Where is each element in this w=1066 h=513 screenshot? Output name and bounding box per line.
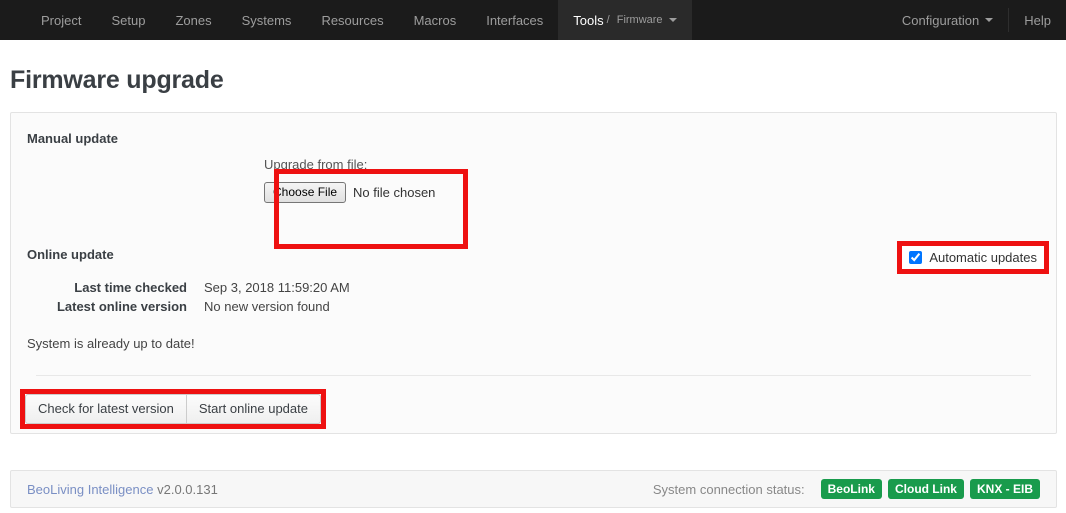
section-divider: [36, 375, 1031, 376]
nav-item-project[interactable]: Project: [26, 0, 96, 40]
nav-item-label: Systems: [241, 12, 292, 28]
manual-update-section: Manual update Upgrade from file: Choose …: [27, 131, 1040, 249]
detail-label: Last time checked: [74, 280, 187, 295]
start-online-update-button[interactable]: Start online update: [186, 394, 321, 424]
nav-item-zones[interactable]: Zones: [160, 0, 226, 40]
nav-item-label: Macros: [413, 12, 457, 28]
nav-item-interfaces[interactable]: Interfaces: [471, 0, 558, 40]
panel-content: Manual update Upgrade from file: Choose …: [11, 113, 1056, 433]
update-status-text: System is already up to date!: [27, 336, 195, 351]
nav-item-systems[interactable]: Systems: [227, 0, 307, 40]
manual-update-heading: Manual update: [27, 131, 119, 146]
nav-item-macros[interactable]: Macros: [399, 0, 472, 40]
nav-item-label: Project: [41, 12, 82, 28]
annotation-box-action-buttons: Check for latest version Start online up…: [20, 389, 326, 429]
footer-product-info: BeoLiving Intelligence v2.0.0.131: [27, 482, 218, 497]
nav-item-label: Interfaces: [486, 12, 544, 28]
automatic-updates-label[interactable]: Automatic updates: [929, 250, 1037, 265]
nav-item-configuration[interactable]: Configuration: [887, 0, 1008, 40]
online-update-details: Last time checked Sep 3, 2018 11:59:20 A…: [27, 280, 1040, 314]
online-update-heading: Online update: [27, 247, 114, 262]
nav-item-setup[interactable]: Setup: [96, 0, 160, 40]
connection-status-label: System connection status:: [652, 481, 805, 497]
firmware-upgrade-panel: Manual update Upgrade from file: Choose …: [10, 112, 1057, 434]
chevron-down-icon: [985, 18, 994, 22]
nav-item-label: Setup: [111, 12, 146, 28]
nav-item-label: Tools: [573, 12, 604, 28]
nav-item-separator: /: [606, 13, 610, 26]
product-version: v2.0.0.131: [157, 481, 218, 497]
automatic-updates-checkbox[interactable]: [909, 251, 923, 264]
product-name-link[interactable]: BeoLiving Intelligence: [27, 482, 153, 497]
selected-file-name: No file chosen: [353, 185, 436, 200]
nav-item-help[interactable]: Help: [1009, 0, 1066, 40]
detail-row-latest-version: Latest online version No new version fou…: [27, 299, 1040, 314]
nav-item-label: Help: [1024, 12, 1051, 28]
main-navbar: Project Setup Zones Systems Resources Ma…: [0, 0, 1066, 40]
navbar-right-group: Configuration Help: [887, 0, 1066, 40]
nav-item-resources[interactable]: Resources: [306, 0, 398, 40]
detail-label: Latest online version: [56, 299, 187, 314]
status-badge-beolink: BeoLink: [820, 479, 882, 499]
nav-item-sublabel: Firmware: [616, 13, 663, 26]
detail-value: Sep 3, 2018 11:59:20 AM: [204, 280, 350, 295]
upgrade-from-file-label: Upgrade from file:: [264, 157, 368, 172]
page-title: Firmware upgrade: [10, 66, 224, 94]
choose-file-button[interactable]: Choose File: [264, 182, 347, 203]
page-footer: BeoLiving Intelligence v2.0.0.131 System…: [10, 470, 1057, 508]
nav-item-label: Zones: [175, 12, 212, 28]
nav-item-tools-firmware[interactable]: Tools / Firmware: [558, 0, 692, 40]
file-input-row[interactable]: Choose File No file chosen: [264, 182, 435, 203]
chevron-down-icon: [668, 18, 677, 22]
nav-item-label: Configuration: [901, 12, 980, 28]
status-badge-knx-eib: KNX - EIB: [969, 479, 1040, 499]
online-update-section: Online update Last time checked Sep 3, 2…: [27, 247, 1040, 351]
detail-value: No new version found: [204, 299, 330, 314]
detail-row-last-checked: Last time checked Sep 3, 2018 11:59:20 A…: [27, 280, 1040, 295]
upgrade-from-file-group: Upgrade from file: Choose File No file c…: [264, 157, 435, 203]
nav-item-label: Resources: [321, 12, 384, 28]
online-update-button-group: Check for latest version Start online up…: [25, 394, 321, 424]
annotation-box-automatic-updates: Automatic updates: [897, 241, 1049, 274]
status-badge-cloud-link: Cloud Link: [887, 479, 964, 499]
connection-status-group: System connection status: BeoLink Cloud …: [653, 479, 1040, 499]
check-for-latest-version-button[interactable]: Check for latest version: [25, 394, 187, 424]
navbar-left-group: Project Setup Zones Systems Resources Ma…: [0, 0, 692, 40]
